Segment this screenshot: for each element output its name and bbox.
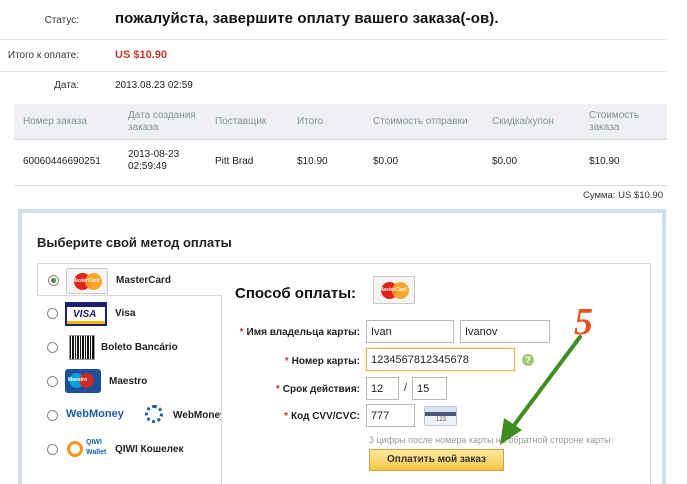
maestro-logo-text: Maestro [68,377,88,383]
mastercard-logo-icon: MasterCard [66,268,108,294]
expiry-month-input[interactable] [366,377,399,400]
header-shipping-cost: Стоимость отправки [373,116,468,127]
cell-discount: $0.00 [492,156,518,167]
card-form: Способ оплаты: MasterCard * Имя владельца… [221,263,651,484]
method-webmoney[interactable]: WebMoney WebMoney [37,399,226,432]
expiry-label: * Срок действия: [275,384,360,395]
form-title: Способ оплаты: [235,285,357,302]
payment-title: Выберите свой метод оплаты [37,235,232,250]
cell-order-cost: $10.90 [589,156,620,167]
cell-created-date: 2013-08-23 02:59:49 [128,149,180,172]
method-qiwi[interactable]: QIWI Wallet QIWI Кошелек [37,433,221,466]
date-value: 2013.08.23 02:59 [115,80,193,91]
cvv-hint: 3 цифры после номера карты на обратной с… [369,435,614,445]
method-label-mastercard: MasterCard [116,275,172,286]
pay-order-button[interactable]: Оплатить мой заказ [369,449,504,471]
cell-shipping-cost: $0.00 [373,156,399,167]
form-mastercard-logo-text: MasterCard [379,287,407,293]
holder-label: * Имя владельца карты: [239,327,360,338]
status-label: Статус: [44,15,79,26]
header-order-number: Номер заказа [23,116,87,127]
card-number-label: * Номер карты: [284,356,360,367]
total-label: Итого к оплате: [7,50,79,61]
help-icon[interactable]: ? [522,354,534,366]
date-label: Дата: [54,80,79,91]
radio-qiwi[interactable] [47,444,58,455]
expiry-separator: / [404,382,408,394]
orders-sum: Сумма: US $10.90 [582,190,663,201]
table-row: 60060446690251 2013-08-23 02:59:49 Pitt … [14,140,667,186]
method-label-maestro: Maestro [109,376,148,387]
date-row: Дата: 2013.08.23 02:59 [0,72,667,102]
method-boleto[interactable]: Boleto Bancário [37,331,221,364]
step-number-annotation: 5 [574,301,593,343]
method-label-visa: Visa [115,308,136,319]
cvv-label: * Код CVV/CVC: [284,411,360,422]
orders-table-header: Номер заказа Дата создания заказа Постав… [14,104,667,140]
status-row: Статус: пожалуйста, завершите оплату ваш… [0,0,667,40]
holder-label-text: Имя владельца карты: [246,327,360,338]
cvv-icon-number: 123 [435,417,448,423]
mastercard-logo-text: MasterCard [72,278,100,284]
visa-logo-icon: VISA [65,302,107,326]
cvv-input[interactable] [366,404,415,427]
qiwi-logo-text-bottom: Wallet [86,449,107,456]
method-label-webmoney: WebMoney [173,410,226,421]
header-created-date: Дата создания заказа [128,110,196,133]
header-discount: Скидка/купон [492,116,554,127]
radio-visa[interactable] [47,308,58,319]
webmoney-globe-icon [145,405,163,423]
payment-panel: Выберите свой метод оплаты MasterCard Ma… [18,209,666,484]
cvv-label-text: Код CVV/CVC: [291,411,360,422]
cell-seller[interactable]: Pitt Brad [215,156,293,168]
selected-mastercard-icon: MasterCard [373,276,415,304]
qiwi-logo-icon: QIWI Wallet [67,437,107,461]
expiry-label-text: Срок действия: [282,384,360,395]
radio-boleto[interactable] [47,342,58,353]
maestro-logo-icon: Maestro [65,369,101,393]
card-number-input[interactable] [366,348,515,371]
method-label-boleto: Boleto Bancário [101,342,178,353]
method-mastercard[interactable]: MasterCard MasterCard [37,263,222,296]
first-name-input[interactable] [366,320,454,343]
total-value: US $10.90 [115,49,167,61]
expiry-year-input[interactable] [412,377,447,400]
header-seller: Поставщик [215,116,267,127]
total-row: Итого к оплате: US $10.90 [0,40,667,72]
visa-logo-text: VISA [73,309,97,320]
status-value: пожалуйста, завершите оплату вашего зака… [115,10,499,27]
cell-order-number[interactable]: 60060446690251 [23,156,121,168]
method-visa[interactable]: VISA Visa [37,297,221,330]
header-order-cost: Стоимость заказа [589,110,640,133]
last-name-input[interactable] [460,320,550,343]
radio-mastercard[interactable] [48,275,59,286]
radio-maestro[interactable] [47,376,58,387]
header-total: Итого [297,116,324,127]
method-maestro[interactable]: Maestro Maestro [37,365,221,398]
boleto-barcode-icon [69,335,95,360]
cell-total: $10.90 [297,156,328,167]
method-label-qiwi: QIWI Кошелек [115,444,184,455]
card-number-label-text: Номер карты: [291,356,360,367]
webmoney-logo-icon: WebMoney [66,408,124,420]
qiwi-logo-text-top: QIWI [86,439,102,446]
cvv-card-icon: 123 [424,406,457,426]
radio-webmoney[interactable] [47,410,58,421]
